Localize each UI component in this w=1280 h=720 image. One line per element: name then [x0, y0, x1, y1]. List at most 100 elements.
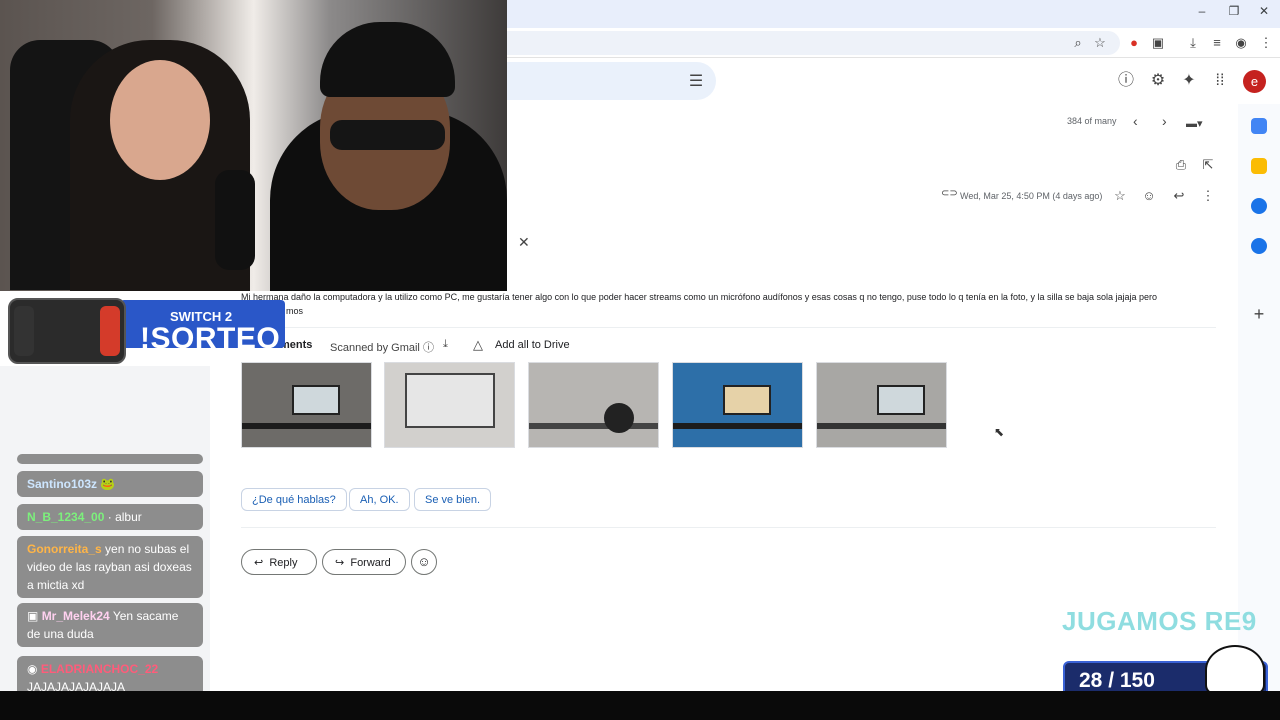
joycon-right	[100, 306, 120, 356]
forward-label: Forward	[350, 557, 391, 569]
forward-arrow-icon: ↪	[335, 557, 345, 569]
message-body-line1: Mi hermana daño la computadora y la util…	[241, 292, 1158, 302]
chat-message: Santino103z 🐸	[17, 471, 203, 497]
extension-badge-icon[interactable]: ●	[1124, 33, 1144, 53]
reply-label: Reply	[269, 557, 298, 569]
star-message-icon[interactable]: ☆	[1112, 188, 1128, 204]
contacts-icon[interactable]	[1251, 238, 1267, 254]
monitor-shape	[723, 385, 771, 415]
profile-icon[interactable]: ◉	[1231, 33, 1251, 53]
restore-icon[interactable]: ❐	[1224, 4, 1244, 18]
scanned-label: Scanned by Gmail ⓘ	[330, 339, 434, 355]
gemini-icon[interactable]: ✦	[1178, 70, 1200, 92]
chat-message-cut	[17, 454, 203, 464]
more-icon[interactable]: ⋮	[1200, 188, 1216, 204]
smart-reply-1[interactable]: ¿De qué hablas?	[241, 488, 347, 511]
desk-shape	[817, 423, 946, 429]
emoji-button[interactable]: ☺	[411, 549, 437, 575]
desk-shape	[242, 423, 371, 429]
url-field[interactable]	[480, 31, 1120, 55]
close-window-icon[interactable]: ✕	[1254, 4, 1274, 18]
download-icon[interactable]: ⤓	[1183, 33, 1203, 53]
chat-username: Mr_Melek24	[41, 609, 110, 623]
input-tools-icon[interactable]: ▬▾	[1186, 117, 1203, 130]
drive-icon[interactable]: △	[473, 337, 483, 353]
divider	[241, 527, 1216, 528]
monitor-shape	[877, 385, 925, 415]
open-new-window-icon[interactable]: ⇱	[1200, 157, 1216, 173]
chat-message: Gonorreita_s yen no subas el video de la…	[17, 536, 203, 598]
chair-shape	[604, 403, 634, 433]
apps-icon[interactable]: ⁞⁞	[1209, 70, 1231, 92]
info-icon[interactable]: ⓘ	[423, 342, 434, 354]
attachment-icon: ⊂⊃	[941, 188, 958, 199]
badge-icon: ◉	[27, 662, 38, 676]
message-body: Mi hermana daño la computadora y la util…	[241, 290, 1216, 318]
tasks-icon[interactable]	[1251, 198, 1267, 214]
attachment-thumb[interactable]	[816, 362, 947, 448]
sorteo-banner: SWITCH 2 !SORTEO	[0, 290, 290, 366]
pager-text: 384 of many	[1067, 116, 1117, 126]
sorteo-label: !SORTEO	[140, 322, 281, 355]
keep-icon[interactable]	[1251, 158, 1267, 174]
calendar-icon[interactable]	[1251, 118, 1267, 134]
chat-message: ▣ Mr_Melek24 Yen sacame de una duda	[17, 603, 203, 647]
scanned-text: Scanned by Gmail	[330, 342, 420, 354]
next-icon[interactable]: ›	[1162, 113, 1167, 129]
attachment-thumb[interactable]	[672, 362, 803, 448]
print-icon[interactable]: ⎙	[1173, 157, 1189, 173]
message-date: Wed, Mar 25, 4:50 PM (4 days ago)	[960, 191, 1103, 201]
chat-username: Santino103z	[27, 477, 98, 491]
attachment-thumb[interactable]	[528, 362, 659, 448]
emoji-react-icon[interactable]: ☺	[1141, 188, 1157, 203]
mascot-icon	[1205, 645, 1265, 695]
desk-shape	[673, 423, 802, 429]
reply-icon[interactable]: ↩	[1171, 188, 1187, 204]
kebab-icon[interactable]: ⋮	[1256, 33, 1276, 53]
attachment-thumb[interactable]	[241, 362, 372, 448]
puzzle-icon[interactable]: ▣	[1148, 33, 1168, 53]
monitor-shape	[292, 385, 340, 415]
chat-username: Gonorreita_s	[27, 542, 102, 556]
download-all-icon[interactable]: ⤓	[443, 338, 448, 354]
reply-arrow-icon: ↩	[254, 557, 264, 569]
prev-icon[interactable]: ‹	[1133, 113, 1138, 129]
divider	[241, 327, 1216, 328]
emote-icon: 🐸	[100, 477, 116, 491]
tune-icon[interactable]: ☰	[686, 71, 706, 91]
streamer-left-face	[110, 60, 210, 180]
sunglasses	[330, 120, 445, 150]
close-icon[interactable]: ✕	[518, 234, 530, 251]
star-icon[interactable]: ☆	[1090, 33, 1110, 53]
badge-icon: ▣	[27, 609, 39, 623]
zoom-icon[interactable]: ⌕	[1068, 33, 1088, 53]
forward-button[interactable]: ↪ Forward	[322, 549, 406, 575]
account-avatar[interactable]: e	[1243, 70, 1266, 93]
laptop-shape	[405, 373, 495, 428]
playlist-icon[interactable]: ≡	[1207, 33, 1227, 53]
desk-shape	[529, 423, 658, 429]
add-all-to-drive[interactable]: Add all to Drive	[495, 339, 570, 351]
joycon-left	[14, 306, 34, 356]
webcam-overlay	[0, 0, 507, 291]
reply-button[interactable]: ↩ Reply	[241, 549, 317, 575]
minimize-icon[interactable]: –	[1192, 4, 1212, 18]
settings-icon[interactable]: ⚙	[1147, 70, 1169, 92]
jugamos-title: JUGAMOS RE9	[1062, 606, 1257, 636]
microphone	[215, 170, 255, 270]
bottom-bar	[0, 691, 1280, 720]
add-addon-icon[interactable]: +	[1251, 305, 1267, 323]
chat-message: N_B_1234_00 · albur	[17, 504, 203, 530]
message-body-line2: mos	[286, 306, 304, 316]
counter-text: 28 / 150	[1079, 669, 1155, 692]
chat-username: N_B_1234_00	[27, 510, 105, 524]
help-icon[interactable]: ⓘ	[1115, 70, 1137, 92]
smart-reply-3[interactable]: Se ve bien.	[414, 488, 492, 511]
stream-chat: Santino103z 🐸 N_B_1234_00 · albur Gonorr…	[0, 366, 210, 700]
smart-reply-2[interactable]: Ah, OK.	[349, 488, 410, 511]
mouse-cursor-icon: ⬉	[994, 425, 1005, 439]
chat-text: · albur	[107, 510, 142, 524]
switch-console-icon	[8, 298, 126, 364]
chat-username: ELADRIANCHOC_22	[40, 662, 159, 676]
attachment-thumb[interactable]	[384, 362, 515, 448]
